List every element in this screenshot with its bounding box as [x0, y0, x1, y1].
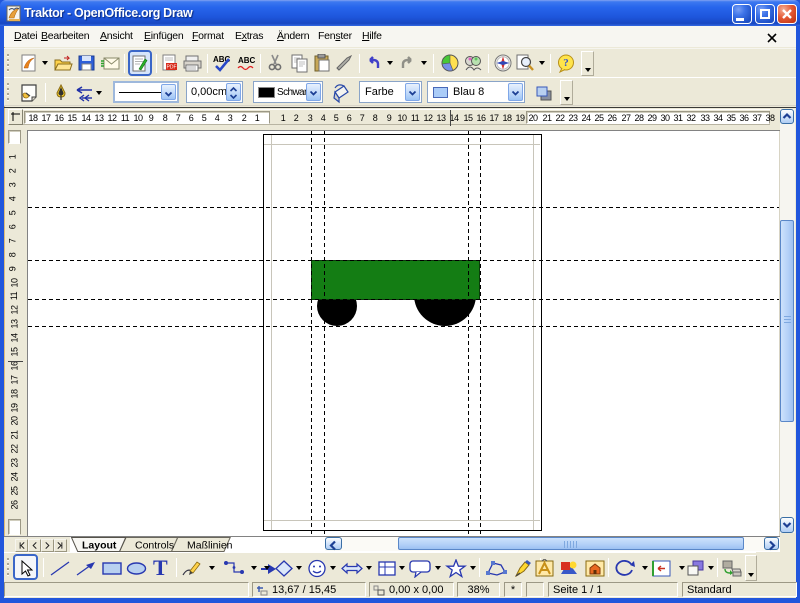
- svg-text:Controls: Controls: [135, 540, 174, 552]
- svg-text:?: ?: [563, 57, 569, 69]
- svg-text:ABC: ABC: [238, 56, 256, 65]
- svg-text:PDF: PDF: [167, 65, 177, 71]
- svg-text:Layout: Layout: [82, 540, 117, 552]
- svg-text:Maßlinien: Maßlinien: [187, 540, 233, 552]
